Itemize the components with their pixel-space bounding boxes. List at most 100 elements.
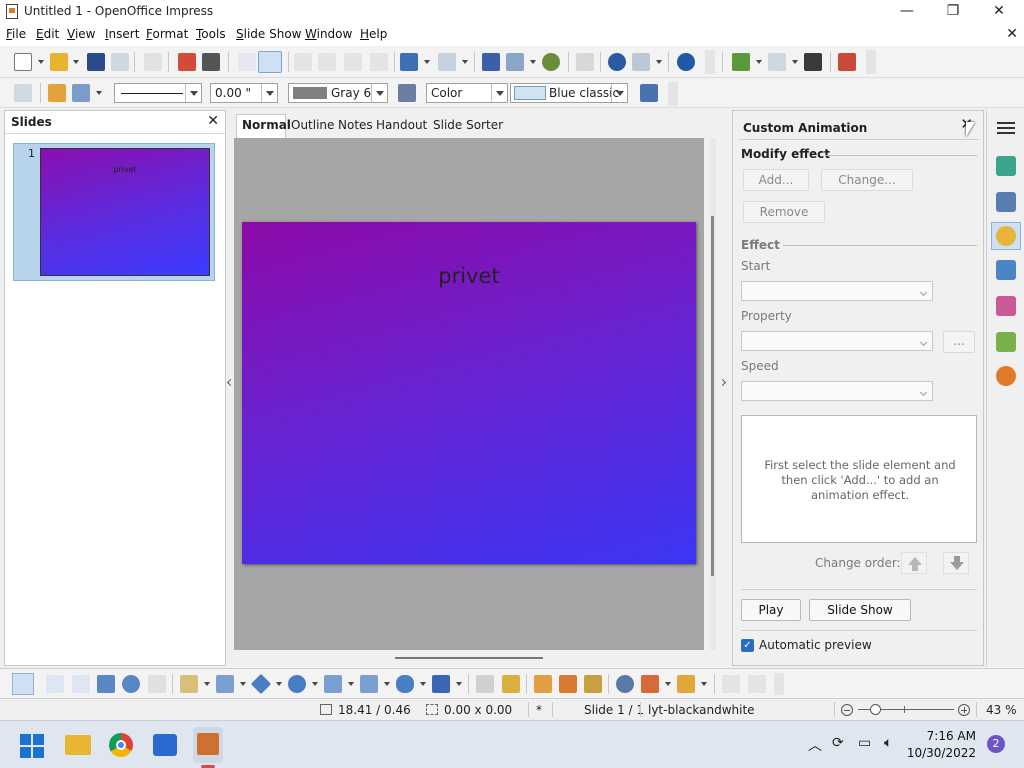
flowchart-dropdown-icon[interactable] xyxy=(384,682,390,688)
styles-deck-icon[interactable] xyxy=(996,296,1016,316)
menu-file[interactable]: File xyxy=(6,27,26,41)
line-width-spinner[interactable]: 0.00 " xyxy=(210,83,278,103)
paste-icon[interactable] xyxy=(344,53,362,71)
gallery-deck-icon[interactable] xyxy=(996,332,1016,352)
auto-spellcheck-icon[interactable] xyxy=(258,51,282,73)
styles-icon[interactable] xyxy=(14,84,32,102)
shadow-icon[interactable] xyxy=(640,84,658,102)
gallery-icon[interactable] xyxy=(584,675,602,693)
play-button[interactable]: Play xyxy=(741,599,801,621)
slide-show-button[interactable]: Slide Show xyxy=(809,599,911,621)
cut-icon[interactable] xyxy=(294,53,312,71)
undo-dropdown-icon[interactable] xyxy=(424,60,430,66)
new-document-icon[interactable] xyxy=(14,53,32,71)
close-window-button[interactable]: ✕ xyxy=(976,0,1022,24)
close-document-icon[interactable]: ✕ xyxy=(1006,26,1018,42)
basic-shapes-icon[interactable] xyxy=(250,673,272,695)
arrow-style-dropdown-icon[interactable] xyxy=(96,91,102,97)
new-slide-icon[interactable] xyxy=(732,53,750,71)
slide-layout-icon[interactable] xyxy=(768,53,786,71)
open-folder-icon[interactable] xyxy=(50,53,68,71)
menu-edit[interactable]: Edit xyxy=(36,27,59,41)
zoom-dropdown-icon[interactable] xyxy=(656,60,662,66)
flowchart-icon[interactable] xyxy=(360,675,378,693)
master-pages-deck-icon[interactable] xyxy=(996,192,1016,212)
refresh-sync-icon[interactable]: ⟳ xyxy=(832,735,844,751)
menu-view[interactable]: View xyxy=(67,27,95,41)
format-paintbrush-icon[interactable] xyxy=(370,53,388,71)
horizontal-scroll-thumb[interactable] xyxy=(395,657,543,659)
arrange-icon[interactable] xyxy=(677,675,695,693)
export-pdf-icon[interactable] xyxy=(178,53,196,71)
callouts-dropdown-icon[interactable] xyxy=(420,682,426,688)
callouts-icon[interactable] xyxy=(396,675,414,693)
fontwork-gallery-icon[interactable] xyxy=(534,675,552,693)
rectangle-tool-icon[interactable] xyxy=(97,675,115,693)
file-explorer-icon[interactable] xyxy=(65,735,91,755)
arrow-line-tool-icon[interactable] xyxy=(72,675,90,693)
symbol-shapes-dropdown-icon[interactable] xyxy=(312,682,318,688)
help-icon[interactable] xyxy=(677,53,695,71)
automatic-preview-label[interactable]: Automatic preview xyxy=(759,638,872,652)
openoffice-taskbar-icon[interactable] xyxy=(197,733,219,755)
left-splitter-handle[interactable] xyxy=(226,368,235,408)
chevron-up-icon[interactable]: ︿ xyxy=(808,735,822,755)
symbol-shapes-icon[interactable] xyxy=(288,675,306,693)
change-effect-button[interactable]: Change... xyxy=(821,169,913,191)
stars-dropdown-icon[interactable] xyxy=(456,682,462,688)
new-slide-dropdown-icon[interactable] xyxy=(756,60,762,66)
microsoft-store-icon[interactable] xyxy=(153,734,177,756)
email-icon[interactable] xyxy=(111,53,129,71)
edit-file-icon[interactable] xyxy=(144,53,162,71)
slide-canvas[interactable]: privet xyxy=(234,138,704,650)
slide-thumbnail[interactable]: privet xyxy=(40,148,210,276)
minimize-button[interactable]: — xyxy=(884,0,930,24)
grid-icon[interactable] xyxy=(576,53,594,71)
spellcheck-icon[interactable] xyxy=(238,53,256,71)
animation-effect-list[interactable]: First select the slide element and then … xyxy=(741,415,977,543)
start-slideshow-icon[interactable] xyxy=(838,53,856,71)
points-icon[interactable] xyxy=(476,675,494,693)
add-effect-button[interactable]: Add... xyxy=(743,169,809,191)
zoom-in-icon[interactable] xyxy=(958,704,970,716)
print-icon[interactable] xyxy=(202,53,220,71)
windows-start-icon[interactable] xyxy=(20,734,44,758)
curve-tool-icon[interactable] xyxy=(180,675,198,693)
chart-icon[interactable] xyxy=(482,53,500,71)
speed-select[interactable] xyxy=(741,381,933,401)
slide-design-icon[interactable] xyxy=(804,53,822,71)
tab-handout[interactable]: Handout xyxy=(376,118,427,132)
basic-shapes-dropdown-icon[interactable] xyxy=(276,682,282,688)
from-file-icon[interactable] xyxy=(559,675,577,693)
display-icon[interactable]: ▭ xyxy=(858,735,871,751)
save-icon[interactable] xyxy=(87,53,105,71)
glue-points-icon[interactable] xyxy=(502,675,520,693)
vertical-scrollbar[interactable] xyxy=(710,138,716,650)
current-slide[interactable]: privet xyxy=(242,222,696,564)
block-arrows-dropdown-icon[interactable] xyxy=(348,682,354,688)
stars-icon[interactable] xyxy=(432,675,450,693)
connector-dropdown-icon[interactable] xyxy=(240,682,246,688)
toolbar-overflow-icon[interactable] xyxy=(705,50,715,74)
rotate-icon[interactable] xyxy=(616,675,634,693)
select-pointer-icon[interactable] xyxy=(12,673,34,695)
maximize-button[interactable]: ❐ xyxy=(930,0,976,24)
zoom-slider-thumb[interactable] xyxy=(870,704,881,715)
arrow-style-icon[interactable] xyxy=(72,84,90,102)
extrusion-icon[interactable] xyxy=(722,675,740,693)
right-splitter-handle[interactable] xyxy=(718,368,728,408)
copy-icon[interactable] xyxy=(318,53,336,71)
line-style-select[interactable] xyxy=(114,83,202,103)
toolbar-overflow-icon[interactable] xyxy=(866,50,876,74)
line-icon[interactable] xyxy=(48,84,66,102)
table-dropdown-icon[interactable] xyxy=(530,60,536,66)
area-style-select[interactable]: Color xyxy=(426,83,508,103)
sidebar-menu-icon[interactable] xyxy=(997,122,1015,124)
move-down-button[interactable] xyxy=(943,552,969,574)
interaction-icon[interactable] xyxy=(748,675,766,693)
layout-dropdown-icon[interactable] xyxy=(792,60,798,66)
spinner-arrows-icon[interactable] xyxy=(261,84,277,102)
move-up-button[interactable] xyxy=(901,552,927,574)
alignment-dropdown-icon[interactable] xyxy=(665,682,671,688)
ellipse-tool-icon[interactable] xyxy=(122,675,140,693)
